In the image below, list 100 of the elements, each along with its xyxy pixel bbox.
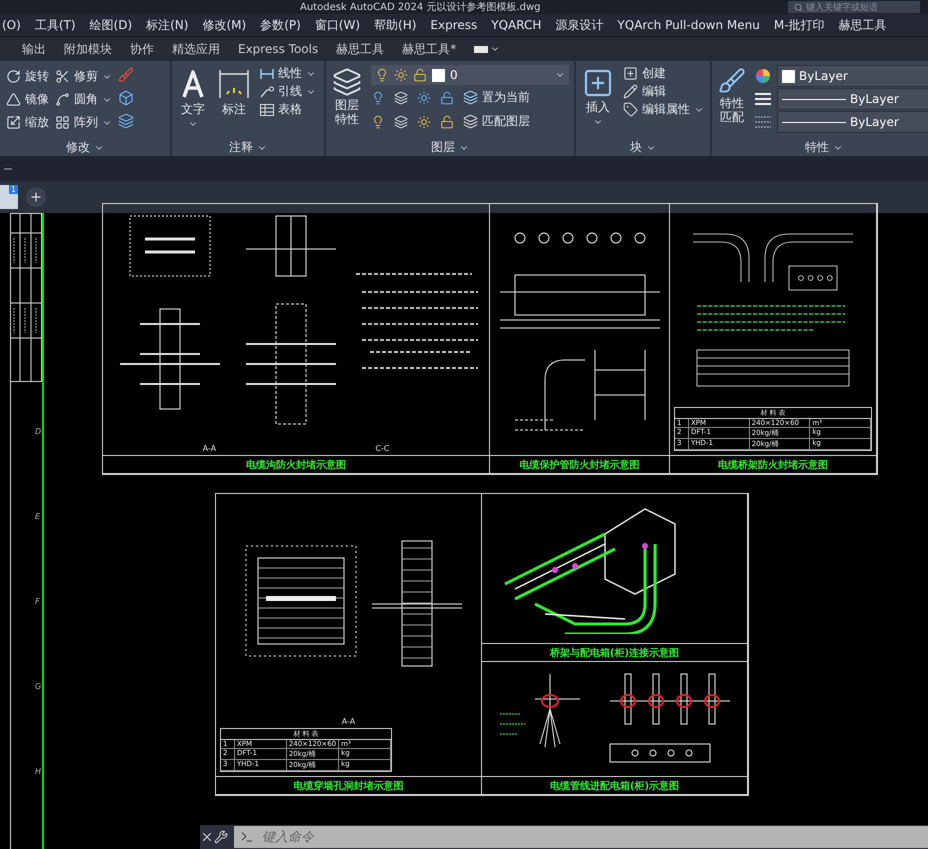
ribbon-tab[interactable]: Express Tools xyxy=(238,42,318,56)
color-wheel-icon xyxy=(755,68,771,84)
section-label: C-C xyxy=(375,444,390,453)
menu-item[interactable]: YQARCH xyxy=(491,18,542,32)
layer-stack-icon xyxy=(394,90,408,104)
edit-block-icon xyxy=(623,84,638,99)
grid-icon xyxy=(55,115,70,130)
layer-dropdown[interactable]: 0 xyxy=(371,65,569,85)
triangle-icon xyxy=(6,92,21,107)
property-dropdown[interactable]: ByLayer xyxy=(777,88,928,110)
ribbon-tool[interactable]: 编辑属性 xyxy=(623,101,704,118)
drawing-title: 桥架与配电箱(柜)连接示意图 xyxy=(550,646,680,660)
grid-label: D xyxy=(35,427,42,436)
ribbon-tool[interactable]: 置为当前 xyxy=(463,89,530,106)
ribbon-tool[interactable]: 圆角 xyxy=(55,91,112,108)
menu-item[interactable]: 修改(M) xyxy=(202,16,246,34)
menu-item[interactable]: 赫思工具 xyxy=(838,16,887,34)
line-sample xyxy=(782,98,846,100)
layers-icon xyxy=(463,90,478,105)
menu-item[interactable]: 标注(N) xyxy=(146,16,188,34)
ribbon-large-tool[interactable]: 特性匹配 xyxy=(718,65,746,139)
ribbon-tab[interactable]: 精选应用 xyxy=(172,40,220,58)
menu-item[interactable]: 参数(P) xyxy=(260,16,301,34)
insert-block-icon xyxy=(582,67,614,99)
ribbon-tool[interactable]: 缩放 xyxy=(6,114,49,131)
ribbon-tool[interactable]: 编辑 xyxy=(623,83,704,100)
create-block-icon xyxy=(623,66,638,81)
menu-item[interactable]: (O) xyxy=(2,18,21,32)
layer-lock-icon xyxy=(440,90,454,104)
unlock-icon xyxy=(413,68,427,82)
lineweight-icon xyxy=(755,92,771,106)
dimension-icon xyxy=(217,67,251,101)
ribbon-tab[interactable]: 附加模块 xyxy=(64,40,112,58)
ribbon-large-tool[interactable]: 标注 xyxy=(217,65,251,139)
drawing-title: 电缆管线进配电箱(柜)示意图 xyxy=(550,780,680,792)
scale-icon xyxy=(6,115,21,130)
drawing-title: 电缆穿墙孔洞封堵示意图 xyxy=(294,780,404,792)
panel-title[interactable]: 块 xyxy=(630,139,656,156)
section-label: A-A xyxy=(202,444,216,453)
layer-on-icon xyxy=(371,114,385,128)
layer-unlock-icon xyxy=(440,114,454,128)
ribbon-tool[interactable]: 表格 xyxy=(260,101,316,118)
menu-item[interactable]: YQArch Pull-down Menu xyxy=(617,18,760,32)
grid-label: E xyxy=(35,512,42,521)
layers-icon xyxy=(463,114,478,129)
ribbon-tab[interactable]: 赫思工具 xyxy=(336,40,384,58)
ribbon-tool[interactable]: 旋转 xyxy=(6,68,49,85)
lightbulb-icon xyxy=(375,68,389,82)
new-tab-button[interactable] xyxy=(26,187,46,207)
layer-thaw-icon xyxy=(417,114,431,128)
drawing-title: 电缆桥架防火封堵示意图 xyxy=(718,458,828,472)
layer-freeze-icon xyxy=(417,90,431,104)
tag-icon xyxy=(623,102,638,117)
ribbon-large-tool[interactable]: 图层特性 xyxy=(332,65,362,139)
menu-item[interactable]: 帮助(H) xyxy=(374,16,416,34)
table-icon xyxy=(260,104,274,116)
search-icon xyxy=(794,2,803,12)
leader-icon xyxy=(260,86,274,98)
ribbon-large-tool[interactable]: 文字 xyxy=(178,65,208,139)
layer-stack-icon xyxy=(394,114,408,128)
ribbon-tab[interactable]: 输出 xyxy=(22,40,46,58)
panel-title[interactable]: 特性 xyxy=(805,139,843,156)
layers-icon xyxy=(332,67,362,97)
panel-title[interactable]: 注释 xyxy=(229,139,267,156)
ribbon-large-tool[interactable]: 插入 xyxy=(582,65,614,139)
ribbon-tool[interactable]: 引线 xyxy=(260,83,316,100)
grid-label: G xyxy=(35,682,42,691)
panel-title[interactable]: 图层 xyxy=(431,139,469,156)
property-dropdown[interactable]: ByLayer xyxy=(777,65,928,87)
ribbon-tool[interactable]: 镜像 xyxy=(6,91,49,108)
grid-label: H xyxy=(35,767,42,776)
scissors-icon xyxy=(55,69,70,84)
linear-dimension-icon xyxy=(260,68,274,78)
match-properties-icon xyxy=(718,67,746,95)
rotate-icon xyxy=(6,69,21,84)
ribbon-tab[interactable]: 协作 xyxy=(130,40,154,58)
window-title: Autodesk AutoCAD 2024 元以设计参考图模板.dwg xyxy=(300,0,540,14)
menu-item[interactable]: 工具(T) xyxy=(34,16,76,34)
ribbon-tool[interactable]: 修剪 xyxy=(55,68,112,85)
ribbon-tab[interactable]: 赫思工具* xyxy=(402,40,456,58)
ribbon-tool[interactable]: 阵列 xyxy=(55,114,112,131)
terminal-icon xyxy=(240,830,254,844)
ribbon-tool[interactable]: 线性 xyxy=(260,65,316,82)
drawing-title: 电缆沟防火封堵示意图 xyxy=(246,458,346,472)
fillet-icon xyxy=(55,92,70,107)
menu-item[interactable]: Express xyxy=(430,18,478,32)
color-swatch xyxy=(782,70,795,82)
property-dropdown[interactable]: ByLayer xyxy=(777,111,928,133)
document-tab[interactable]: 1 xyxy=(0,185,18,209)
ribbon-tool[interactable]: 匹配图层 xyxy=(463,113,530,130)
grid-label: F xyxy=(35,597,41,606)
layer-off-icon xyxy=(371,90,385,104)
ribbon-tool[interactable]: 创建 xyxy=(623,65,704,82)
panel-title[interactable]: 修改 xyxy=(66,139,104,156)
panel-toggle-button[interactable] xyxy=(474,44,500,54)
menu-item[interactable]: 绘图(D) xyxy=(90,16,132,34)
wrench-icon xyxy=(214,830,228,844)
menu-item[interactable]: M-批打印 xyxy=(774,16,825,34)
menu-item[interactable]: 窗口(W) xyxy=(314,16,360,34)
menu-item[interactable]: 源泉设计 xyxy=(555,16,604,34)
